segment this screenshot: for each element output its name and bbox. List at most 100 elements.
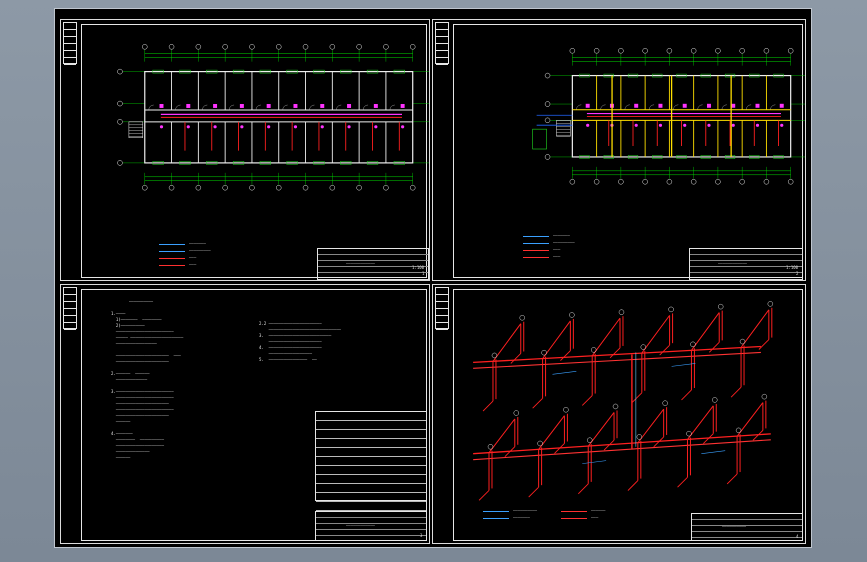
riser-tag (767, 301, 774, 307)
riser-tag (586, 437, 593, 443)
axis-bubble (168, 184, 175, 191)
axis-bubble (690, 48, 697, 54)
legend-item: ——— (553, 254, 561, 259)
equipment-table (315, 411, 427, 511)
axis-bubble (739, 179, 745, 185)
plumbing-fixture (755, 123, 760, 127)
floor-plan-panel-2[interactable]: ——————— ————————— ——— ——— ———————————— 1… (432, 19, 806, 281)
plumbing-fixture (731, 123, 735, 127)
floor-plan-drawing[interactable] (433, 20, 805, 280)
legend-item: ——— (591, 515, 599, 520)
axis-bubble (666, 179, 673, 185)
design-notes-panel[interactable]: —————————— 1.———— 1)——————— ———————— 2)—… (60, 284, 430, 544)
floor-plan-drawing[interactable] (61, 20, 429, 280)
plumbing-fixture (159, 125, 164, 129)
door-swing (600, 104, 606, 110)
plumbing-fixture (706, 103, 711, 108)
door-swing (697, 104, 703, 110)
riser-tag (491, 352, 498, 359)
axis-bubble (276, 184, 282, 191)
title-block: ———————————— 1:100 2 (689, 248, 803, 280)
plumbing-fixture (634, 123, 638, 127)
plumbing-fixture (682, 103, 687, 108)
axis-bubble (329, 184, 336, 191)
axis-bubble (249, 184, 255, 191)
equipment-row (316, 448, 426, 457)
plan-legend: ——————— ————————— ——— ——— (159, 240, 211, 268)
axis-bubble (642, 179, 648, 185)
legend-item: —————— (591, 508, 606, 513)
axis-bubble (168, 44, 175, 50)
equipment-row (316, 466, 426, 475)
axis-bubble (222, 184, 228, 191)
door-swing (745, 104, 752, 110)
title-block-sheet: 1 (422, 271, 425, 276)
riser-tag (569, 312, 575, 318)
door-swing (255, 104, 261, 110)
riser-tag (640, 344, 647, 350)
isometric-piping-drawing[interactable] (433, 285, 805, 543)
branch-pipe (577, 483, 589, 495)
axis-bubble (117, 160, 123, 166)
axis-bubble (249, 44, 255, 50)
door-swing (673, 104, 679, 110)
axis-bubble (544, 72, 551, 79)
axis-bubble (787, 48, 794, 54)
door-swing (282, 104, 288, 110)
plumbing-fixture (374, 125, 378, 129)
riser-tag (761, 393, 768, 400)
drawing-sheet[interactable]: ——————— ————————— ——— ——— ———————————— 1… (54, 8, 812, 548)
title-block-title: —————————— (722, 524, 747, 529)
title-block-title: ———————————— (346, 523, 375, 528)
plumbing-fixture (755, 103, 760, 108)
door-swing (362, 104, 369, 110)
branch-pipe (681, 389, 692, 401)
riser-tag (686, 430, 692, 437)
branch-pipe (609, 347, 621, 359)
riser-tag (717, 303, 724, 310)
isometric-piping-panel[interactable]: —————————— ——————— —————— ——— ——————————… (432, 284, 806, 544)
axis-bubble (195, 44, 202, 50)
axis-bubble (544, 101, 551, 107)
title-block-sheet: 3 (420, 533, 423, 538)
axis-bubble (329, 44, 336, 50)
door-swing (624, 104, 630, 110)
branch-pipe (627, 480, 639, 491)
equipment-row (316, 484, 426, 493)
plumbing-fixture (683, 123, 687, 127)
equipment-row (316, 412, 426, 421)
branch-pipe (677, 476, 688, 488)
branch-pipe (708, 342, 720, 353)
equipment-row (316, 475, 426, 484)
riser-tag (690, 341, 696, 348)
riser-tag (618, 309, 625, 315)
axis-bubble (593, 179, 600, 185)
riser-tag (487, 444, 494, 450)
plumbing-fixture (780, 123, 784, 127)
plumbing-fixture (731, 103, 736, 108)
plumbing-fixture (586, 123, 590, 127)
axis-bubble (544, 154, 551, 160)
branch-pipe (730, 386, 742, 398)
plumbing-fixture (400, 103, 405, 108)
plumbing-fixture (658, 123, 663, 127)
plumbing-fixture (347, 125, 351, 129)
riser-tag (662, 400, 668, 406)
branch-pipe (528, 486, 539, 498)
axis-bubble (356, 44, 362, 50)
staircase (128, 121, 144, 138)
legend-item: ——— (189, 255, 197, 260)
riser-tag (513, 410, 520, 416)
plumbing-fixture (240, 125, 244, 129)
equipment-row (316, 502, 426, 511)
axis-bubble (409, 184, 416, 191)
branch-pipe (631, 392, 643, 404)
floor-plan-panel-1[interactable]: ——————— ————————— ——— ——— ———————————— 1… (60, 19, 430, 281)
axis-bubble (666, 48, 673, 54)
entrance-stair (532, 128, 547, 150)
plumbing-fixture (347, 103, 352, 108)
door-swing (175, 104, 181, 110)
legend-item: ——— (553, 247, 561, 252)
branch-pipe (581, 395, 593, 406)
iso-legend-2: —————— ——— (561, 507, 605, 521)
